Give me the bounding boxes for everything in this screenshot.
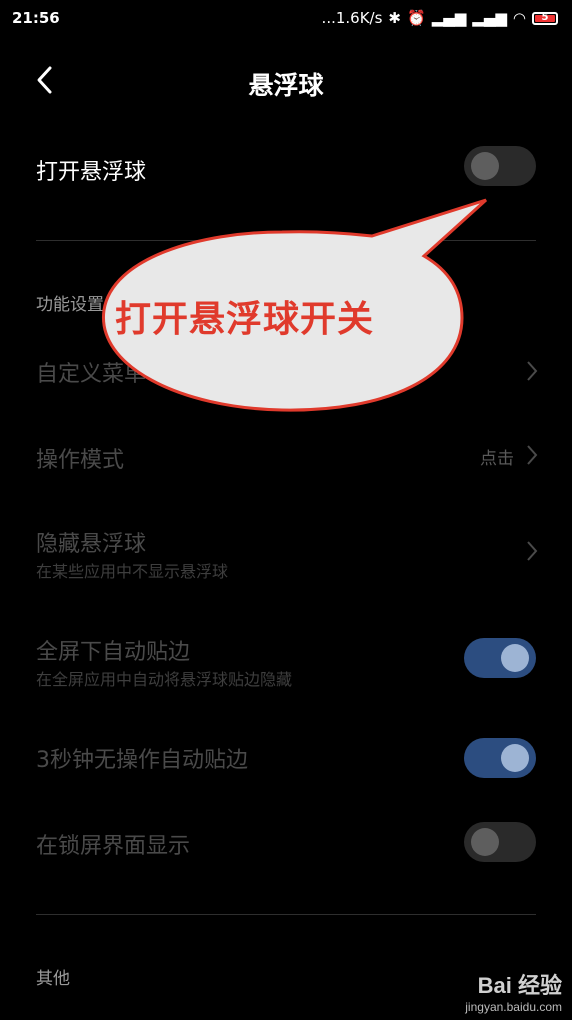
float-ball-toggle[interactable]	[464, 146, 536, 186]
section-title-other: 其他	[36, 969, 70, 989]
section-title-functions: 功能设置	[36, 295, 104, 315]
item-label: 3秒钟无操作自动贴边	[36, 748, 248, 773]
fullscreen-edge-toggle[interactable]	[464, 638, 536, 678]
item-label: 操作模式	[36, 448, 125, 473]
list-item-lockscreen[interactable]: 在锁屏界面显示	[0, 822, 572, 862]
net-speed: ...1.6K/s	[321, 9, 383, 27]
bluetooth-icon: ✱	[388, 9, 401, 27]
item-label: 全屏下自动贴边	[36, 640, 191, 665]
chevron-right-icon	[527, 445, 538, 465]
main-toggle-row[interactable]: 打开悬浮球	[0, 140, 572, 196]
watermark-url: jingyan.baidu.com	[465, 1000, 562, 1014]
watermark: Bai 经验 jingyan.baidu.com	[465, 968, 562, 1014]
page-title: 悬浮球	[248, 71, 324, 100]
signal-icon: ▂▄▆	[431, 9, 467, 27]
list-item-3s-edge[interactable]: 3秒钟无操作自动贴边	[0, 738, 572, 778]
item-label: 在锁屏界面显示	[36, 834, 191, 859]
list-item-operation-mode[interactable]: 操作模式 点击	[0, 438, 572, 478]
battery-level: 5	[541, 11, 549, 23]
list-item-fullscreen-edge[interactable]: 全屏下自动贴边 在全屏应用中自动将悬浮球贴边隐藏	[0, 632, 572, 692]
chevron-right-icon	[527, 541, 538, 561]
annotation-text: 打开悬浮球开关	[115, 299, 375, 340]
wifi-icon: ◠	[512, 9, 526, 27]
item-sub-label: 在某些应用中不显示悬浮球	[36, 562, 229, 581]
list-item-custom-menu[interactable]: 自定义菜单	[0, 352, 572, 392]
lockscreen-toggle[interactable]	[464, 822, 536, 862]
idle-edge-toggle[interactable]	[464, 738, 536, 778]
divider	[36, 914, 536, 915]
header: 悬浮球	[0, 48, 572, 114]
list-item-hide-ball[interactable]: 隐藏悬浮球 在某些应用中不显示悬浮球	[0, 524, 572, 584]
alarm-icon: ⏰	[407, 9, 426, 27]
main-toggle-label: 打开悬浮球	[36, 160, 147, 185]
hd-signal-icon: ▂▄▆	[472, 9, 507, 27]
baidu-logo: Bai 经验	[477, 973, 562, 998]
battery-icon: 5	[532, 11, 558, 25]
item-label: 隐藏悬浮球	[36, 532, 147, 557]
chevron-right-icon	[527, 361, 538, 381]
status-time: 21:56	[12, 9, 60, 27]
item-sub-label: 在全屏应用中自动将悬浮球贴边隐藏	[36, 670, 293, 689]
item-label: 自定义菜单	[36, 362, 147, 387]
divider	[36, 240, 536, 241]
status-icons: ...1.6K/s ✱ ⏰ ▂▄▆ ▂▄▆ ◠ 5	[322, 9, 558, 27]
status-bar: 21:56 ...1.6K/s ✱ ⏰ ▂▄▆ ▂▄▆ ◠ 5	[0, 0, 572, 38]
item-value: 点击	[480, 449, 514, 469]
